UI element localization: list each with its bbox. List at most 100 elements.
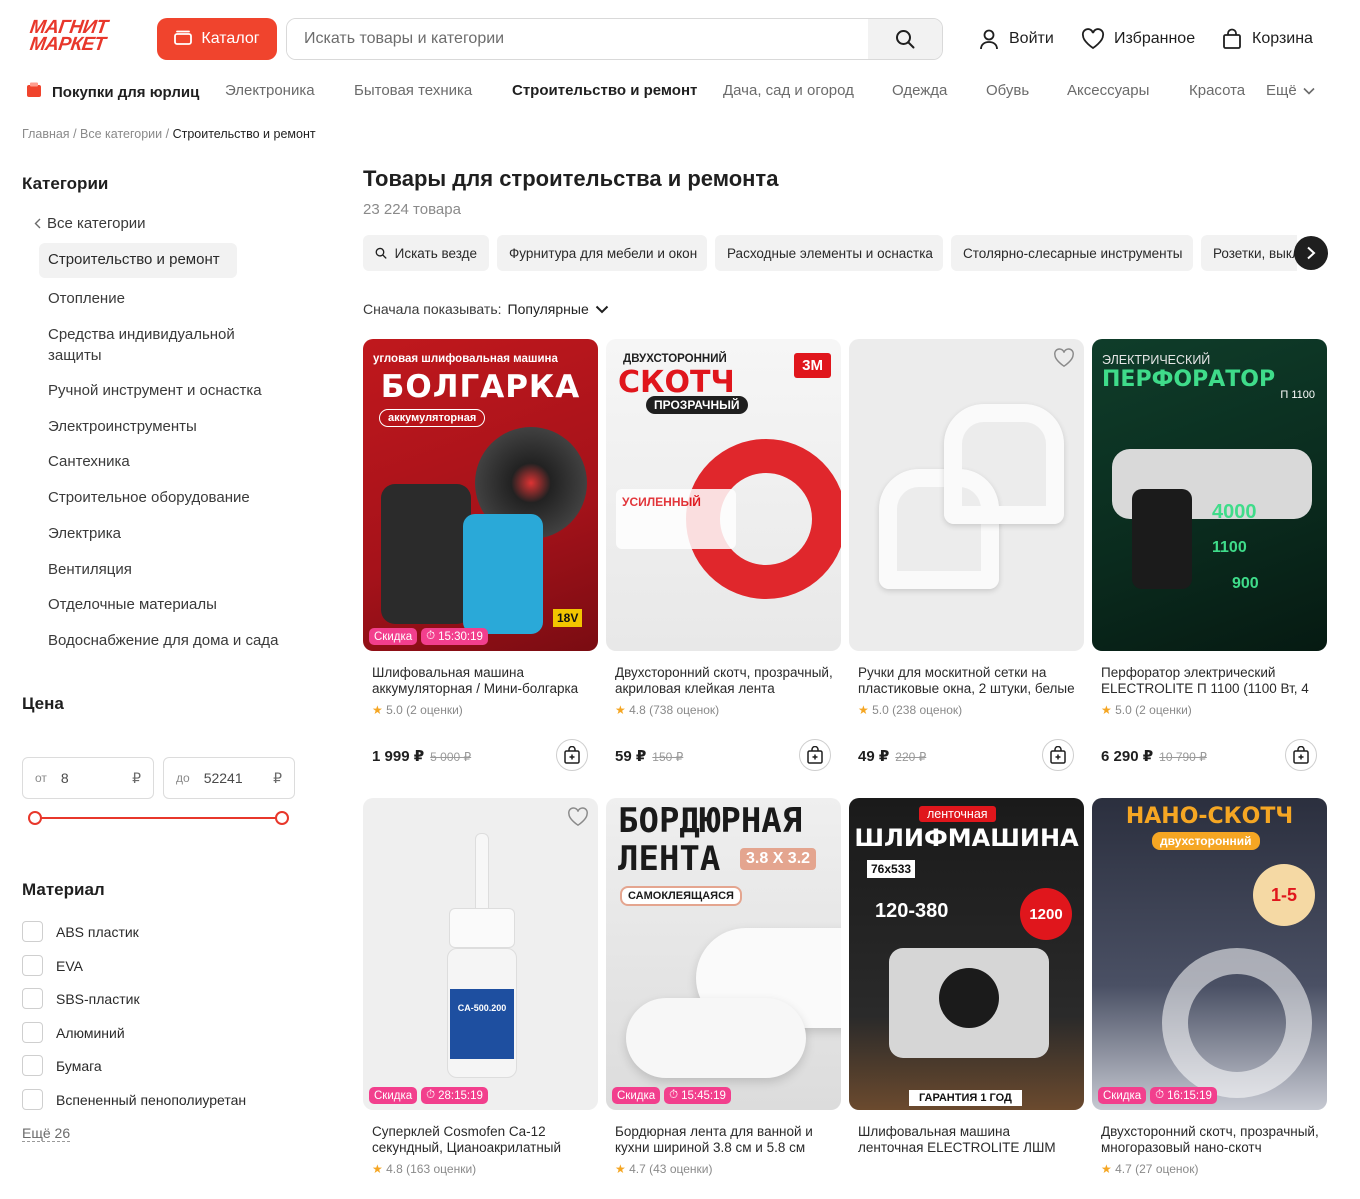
add-to-cart-button[interactable] — [1042, 739, 1074, 771]
more-materials-link[interactable]: Ещё 26 — [22, 1125, 71, 1142]
price-slider-track[interactable] — [34, 817, 282, 819]
product-title[interactable]: Шлифовальная машина аккумуляторная / Мин… — [372, 665, 592, 697]
product-price: 1 999 ₽ 5 000 ₽ — [372, 747, 471, 765]
b2b-link[interactable]: Покупки для юрлиц — [26, 82, 199, 102]
product-image[interactable]: БОРДЮРНАЯ ЛЕНТА 3.8 X 3.2 САМОКЛЕЯЩАЯСЯ … — [606, 798, 841, 1110]
cart-link[interactable]: Корзина — [1221, 28, 1313, 50]
product-title[interactable]: Суперклей Cosmofen Ca-12 секундный, Циан… — [372, 1124, 592, 1156]
product-image[interactable]: угловая шлифовальная машина БОЛГАРКА акк… — [363, 339, 598, 651]
catalog-button[interactable]: Каталог — [157, 18, 277, 60]
chips-next-button[interactable] — [1294, 236, 1328, 270]
category-item[interactable]: Электроинструменты — [48, 416, 288, 437]
add-to-cart-button[interactable] — [799, 739, 831, 771]
tool-graphic — [381, 484, 471, 624]
product-card[interactable]: БОРДЮРНАЯ ЛЕНТА 3.8 X 3.2 САМОКЛЕЯЩАЯСЯ … — [606, 798, 841, 1198]
nav-item-clothing[interactable]: Одежда — [892, 82, 947, 99]
product-title[interactable]: Двухсторонний скотч, прозрачный, акрилов… — [615, 665, 835, 697]
category-item[interactable]: Отопление — [48, 288, 288, 309]
breadcrumb-all[interactable]: Все категории — [80, 127, 162, 141]
material-checkbox[interactable]: Бумага — [22, 1055, 102, 1076]
chip-category[interactable]: Столярно-слесарные инструменты — [951, 235, 1193, 271]
handle-graphic — [944, 404, 1064, 524]
nav-item-construction[interactable]: Строительство и ремонт — [512, 82, 697, 99]
search-button[interactable] — [868, 19, 942, 59]
product-image[interactable]: CA-500.200 Скидка ⏱ 28:15:19 — [363, 798, 598, 1110]
nav-item-appliances[interactable]: Бытовая техника — [354, 82, 472, 99]
chip-category[interactable]: Расходные элементы и оснастка — [715, 235, 943, 271]
product-image[interactable]: НАНО-СКОТЧ двухсторонний 1-5 Скидка ⏱ 16:… — [1092, 798, 1327, 1110]
checkbox[interactable] — [22, 1055, 43, 1076]
product-card[interactable]: ленточная ШЛИФМАШИНА 76х533 120-380 1200… — [849, 798, 1084, 1198]
favorite-heart-icon[interactable] — [567, 807, 589, 832]
product-card[interactable]: ДВУХСТОРОННИЙ СКОТЧ ПРОЗРАЧНЫЙ 3М УСИЛЕН… — [606, 339, 841, 779]
category-item[interactable]: Строительное оборудование — [48, 487, 288, 508]
category-item[interactable]: Вентиляция — [48, 559, 288, 580]
product-card[interactable]: ЭЛЕКТРИЧЕСКИЙ ПЕРФОРАТОР П 1100 4000 110… — [1092, 339, 1327, 779]
category-item[interactable]: Сантехника — [48, 451, 288, 472]
product-card[interactable]: НАНО-СКОТЧ двухсторонний 1-5 Скидка ⏱ 16:… — [1092, 798, 1327, 1198]
chip-category[interactable]: Розетки, выключатели — [1201, 235, 1297, 271]
nav-item-beauty[interactable]: Красота — [1189, 82, 1245, 99]
material-checkbox[interactable]: Алюминий — [22, 1022, 125, 1043]
nav-item-accessories[interactable]: Аксессуары — [1067, 82, 1149, 99]
reviews-count: (2 оценки) — [406, 703, 463, 717]
chip-search-everywhere[interactable]: Искать везде — [363, 235, 489, 271]
favorites-link[interactable]: Избранное — [1081, 28, 1195, 50]
product-card[interactable]: CA-500.200 Скидка ⏱ 28:15:19 Суперклей Co… — [363, 798, 598, 1198]
login-link[interactable]: Войти — [978, 28, 1054, 50]
category-item[interactable]: Водоснабжение для дома и сада — [48, 630, 288, 651]
product-rating: ★ 4.7 (43 оценки) — [615, 1162, 712, 1176]
product-title[interactable]: Шлифовальная машина ленточная ELECTROLIT… — [858, 1124, 1078, 1156]
checkbox[interactable] — [22, 955, 43, 976]
breadcrumb-home[interactable]: Главная — [22, 127, 70, 141]
material-checkbox[interactable]: SBS-пластик — [22, 988, 140, 1009]
checkbox[interactable] — [22, 988, 43, 1009]
category-item[interactable]: Ручной инструмент и оснастка — [48, 380, 288, 401]
nav-more[interactable]: Ещё — [1266, 82, 1315, 99]
checkbox[interactable] — [22, 1022, 43, 1043]
product-card[interactable]: Ручки для москитной сетки на пластиковые… — [849, 339, 1084, 779]
material-label: ABS пластик — [56, 923, 139, 940]
chip-category[interactable]: Фурнитура для мебели и окон — [497, 235, 707, 271]
nav-item-shoes[interactable]: Обувь — [986, 82, 1029, 99]
add-to-cart-button[interactable] — [556, 739, 588, 771]
price-slider-max-handle[interactable] — [275, 811, 289, 825]
product-image[interactable]: ДВУХСТОРОННИЙ СКОТЧ ПРОЗРАЧНЫЙ 3М УСИЛЕН… — [606, 339, 841, 651]
price-from-label: от — [35, 771, 47, 785]
search-input[interactable] — [287, 19, 868, 59]
cart-add-icon — [564, 746, 580, 764]
checkbox[interactable] — [22, 921, 43, 942]
rating-value: 5.0 — [872, 703, 889, 717]
catalog-label: Каталог — [201, 30, 260, 47]
magnit-market-logo[interactable]: МАГНИТ МАРКЕТ — [29, 17, 134, 59]
bottle-label: CA-500.200 — [450, 989, 514, 1059]
product-image[interactable]: ленточная ШЛИФМАШИНА 76х533 120-380 1200… — [849, 798, 1084, 1110]
price-from-field[interactable]: от 8 ₽ — [22, 757, 154, 799]
material-label: EVA — [56, 957, 83, 974]
product-card[interactable]: угловая шлифовальная машина БОЛГАРКА акк… — [363, 339, 598, 779]
old-price: 220 ₽ — [895, 750, 927, 764]
nav-item-garden[interactable]: Дача, сад и огород — [723, 82, 854, 99]
add-to-cart-button[interactable] — [1285, 739, 1317, 771]
favorite-heart-icon[interactable] — [1053, 348, 1075, 373]
product-image[interactable] — [849, 339, 1084, 651]
price-slider-min-handle[interactable] — [28, 811, 42, 825]
material-checkbox[interactable]: Вспененный пенополиуретан — [22, 1089, 246, 1110]
material-checkbox[interactable]: ABS пластик — [22, 921, 139, 942]
material-checkbox[interactable]: EVA — [22, 955, 83, 976]
product-title[interactable]: Ручки для москитной сетки на пластиковые… — [858, 665, 1078, 697]
price-to-field[interactable]: до 52241 ₽ — [163, 757, 295, 799]
nav-item-electronics[interactable]: Электроника — [225, 82, 315, 99]
product-title[interactable]: Бордюрная лента для ванной и кухни ширин… — [615, 1124, 835, 1156]
checkbox[interactable] — [22, 1089, 43, 1110]
category-item[interactable]: Средства индивидуальной защиты — [48, 324, 288, 366]
back-all-categories[interactable]: Все категории — [34, 215, 146, 232]
product-title[interactable]: Двухсторонний скотч, прозрачный, многора… — [1101, 1124, 1321, 1156]
category-item[interactable]: Отделочные материалы — [48, 594, 288, 615]
product-title[interactable]: Перфоратор электрический ELECTROLITE П 1… — [1101, 665, 1321, 697]
category-active[interactable]: Строительство и ремонт — [39, 243, 237, 278]
product-image[interactable]: ЭЛЕКТРИЧЕСКИЙ ПЕРФОРАТОР П 1100 4000 110… — [1092, 339, 1327, 651]
image-headline: БОРДЮРНАЯ ЛЕНТА — [618, 801, 803, 879]
category-item[interactable]: Электрика — [48, 523, 288, 544]
sort-control[interactable]: Сначала показывать: Популярные — [363, 301, 609, 317]
